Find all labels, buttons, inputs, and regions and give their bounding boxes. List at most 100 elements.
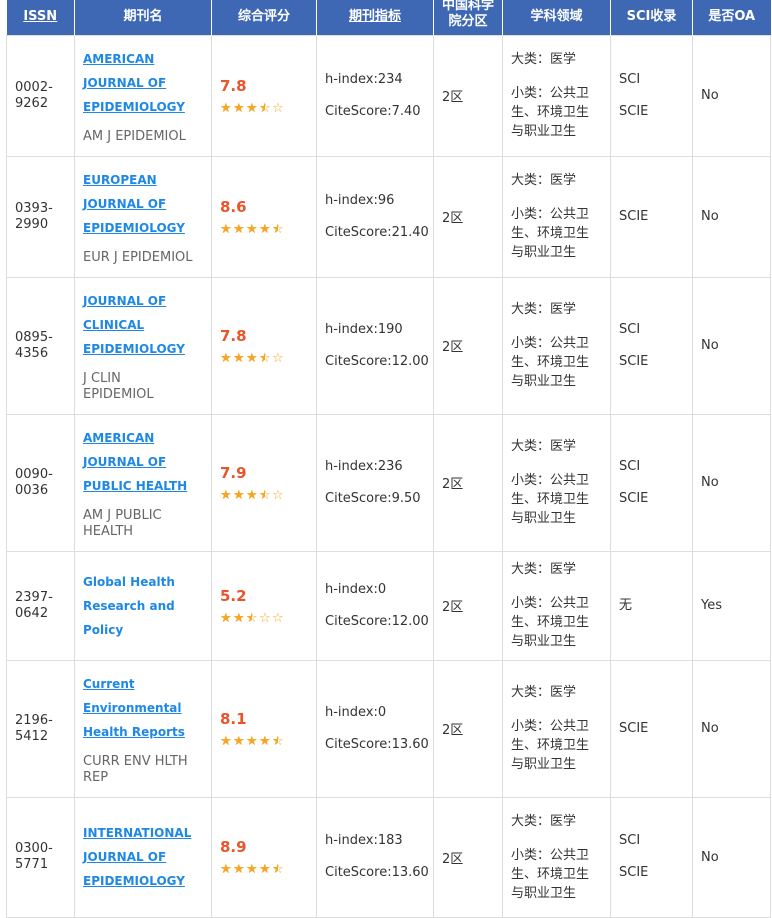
table-row: 0393- 2990 EUROPEAN JOURNAL OF EPIDEMIOLOGY E… (6, 155, 771, 278)
star-full-icon: ☆ ★ (246, 487, 258, 503)
star-rating: ☆★☆★☆★☆★☆★ (220, 221, 308, 237)
sci-cell: 无 (610, 550, 693, 661)
minor-category-line: 生、环境卫生 (511, 105, 590, 120)
star-full-icon: ☆ ★ (233, 610, 245, 626)
star-full-icon: ☆ ★ (246, 862, 258, 877)
journal-title-link[interactable]: AMERICAN JOURNAL OF EPIDEMIOLOGY (83, 47, 203, 119)
header-zone: 中国科学院分区 (433, 0, 503, 35)
h-index-value: h-index:0 (325, 704, 387, 720)
star-half-icon: ☆ ★ (272, 733, 284, 749)
issn-part: 9262 (15, 95, 49, 111)
zone-cell: 2区 (433, 276, 503, 415)
sci-cell: SCI SCIE (610, 413, 693, 552)
header-field: 学科领域 (502, 0, 611, 35)
field-cell: 大类：医学 小类：公共卫 生、环境卫生 与职业卫生 (502, 276, 611, 415)
journal-title-line[interactable]: Environmental (83, 696, 203, 720)
star-full-icon: ☆ ★ (233, 487, 245, 503)
star-empty-icon: ☆★ (272, 487, 284, 503)
metrics-cell: h-index:183 CiteScore:13.60 (316, 796, 434, 918)
issn-part: 0895- (15, 329, 53, 345)
star-empty-icon: ☆★ (259, 610, 271, 626)
h-index-value: h-index:236 (325, 458, 403, 474)
citescore-value: CiteScore:13.60 (325, 736, 429, 752)
star-half-icon: ☆ ★ (272, 862, 284, 877)
abbreviation-line: HEALTH (83, 523, 134, 539)
star-half-icon: ☆ ★ (259, 487, 271, 503)
journal-cell: AMERICAN JOURNAL OF PUBLIC HEALTH AM J PUBL… (74, 413, 212, 552)
star-rating: ☆★☆★☆★☆★☆★ (220, 863, 308, 877)
journal-title-line[interactable]: PUBLIC HEALTH (83, 474, 203, 498)
journal-title-line[interactable]: Health Reports (83, 720, 203, 744)
journal-title-line[interactable]: Current (83, 672, 203, 696)
journal-title-link[interactable]: INTERNATIONAL JOURNAL OF EPIDEMIOLOGY (83, 821, 203, 893)
metrics-cell: h-index:190 CiteScore:12.00 (316, 276, 434, 415)
score-cell: 7.8☆★☆★☆★☆★☆★ (211, 276, 317, 415)
table-row: 2196- 5412 Current Environmental Health Repo… (6, 659, 771, 798)
journal-title-line[interactable]: JOURNAL OF (83, 192, 203, 216)
oa-cell: Yes (692, 550, 771, 661)
sci-cell: SCI SCIE (610, 34, 693, 157)
journal-title-line[interactable]: JOURNAL OF (83, 289, 203, 313)
journal-title-link[interactable]: Global Health Research and Policy (83, 570, 203, 642)
issn-cell: 2196- 5412 (6, 659, 75, 798)
header-oa: 是否OA (692, 0, 771, 35)
table-header-row: ISSN 期刊名 综合评分 期刊指标 中国科学院分区 学科领域 SCI收录 是否… (6, 0, 771, 35)
score-cell: 8.9 ☆ ★ ☆ ★ ☆ ★ ☆ ★ ☆ ★ (211, 796, 317, 918)
journal-title-line[interactable]: JOURNAL OF (83, 71, 203, 95)
journal-title-line[interactable]: INTERNATIONAL (83, 821, 203, 845)
major-category: 大类：医学 (511, 562, 577, 577)
journal-title-link[interactable]: EUROPEAN JOURNAL OF EPIDEMIOLOGY (83, 168, 203, 240)
sci-index-label: SCIE (619, 865, 649, 880)
sci-index-label: SCIE (619, 490, 649, 506)
journal-cell: AMERICAN JOURNAL OF EPIDEMIOLOGY AM J EPIDE… (74, 34, 212, 157)
minor-category-line: 与职业卫生 (511, 245, 577, 260)
star-full-icon: ☆ ★ (246, 221, 258, 237)
minor-category-line: 生、环境卫生 (511, 738, 590, 753)
journal-title-line[interactable]: EPIDEMIOLOGY (83, 337, 203, 361)
journal-title-link[interactable]: JOURNAL OF CLINICAL EPIDEMIOLOGY (83, 289, 203, 361)
abbreviation-line: AM J PUBLIC (83, 507, 162, 523)
journal-title-line[interactable]: Global Health (83, 570, 203, 594)
journal-abbreviation: AM J EPIDEMIOL (83, 129, 203, 145)
star-half-icon: ☆ ★ (272, 221, 284, 237)
journal-title-link[interactable]: AMERICAN JOURNAL OF PUBLIC HEALTH (83, 426, 203, 498)
issn-part: 2196- (15, 712, 53, 728)
journal-title-line[interactable]: EPIDEMIOLOGY (83, 95, 203, 119)
sci-index-label: SCI (619, 458, 641, 474)
zone-cell: 2区 (433, 550, 503, 661)
header-sci: SCI收录 (610, 0, 693, 35)
journal-cell: EUROPEAN JOURNAL OF EPIDEMIOLOGY EUR J EPID… (74, 155, 212, 278)
journal-title-line[interactable]: EUROPEAN (83, 168, 203, 192)
journal-title-line[interactable]: Research and Policy (83, 594, 203, 642)
star-full-icon: ☆ ★ (259, 862, 271, 877)
score-value: 7.8 (220, 326, 247, 345)
header-issn[interactable]: ISSN (6, 0, 75, 35)
journal-title-line[interactable]: EPIDEMIOLOGY (83, 216, 203, 240)
field-cell: 大类：医学 小类：公共卫 生、环境卫生 与职业卫生 (502, 413, 611, 552)
field-cell: 大类：医学 小类：公共卫 生、环境卫生 与职业卫生 (502, 659, 611, 798)
journal-title-line[interactable]: CLINICAL (83, 313, 203, 337)
minor-category-line: 与职业卫生 (511, 511, 577, 526)
journal-title-line[interactable]: AMERICAN (83, 426, 203, 450)
header-metrics[interactable]: 期刊指标 (316, 0, 434, 35)
sci-index-label: SCIE (619, 353, 649, 369)
journal-title-line[interactable]: EPIDEMIOLOGY (83, 869, 203, 893)
minor-category-line: 生、环境卫生 (511, 615, 590, 630)
citescore-value: CiteScore:7.40 (325, 103, 421, 119)
journal-abbreviation: EUR J EPIDEMIOL (83, 250, 203, 266)
score-value: 8.9 (220, 838, 247, 856)
issn-cell: 0002- 9262 (6, 34, 75, 157)
metrics-cell: h-index:0 CiteScore:12.00 (316, 550, 434, 661)
minor-category-line: 与职业卫生 (511, 757, 577, 772)
score-cell: 7.8☆★☆★☆★☆★☆★ (211, 34, 317, 157)
minor-category-line: 小类：公共卫 (511, 847, 590, 863)
star-full-icon: ☆ ★ (233, 221, 245, 237)
journal-title-line[interactable]: JOURNAL OF (83, 450, 203, 474)
score-value: 5.2 (220, 586, 247, 605)
journal-title-link[interactable]: Current Environmental Health Reports (83, 672, 203, 744)
journal-title-line[interactable]: AMERICAN (83, 47, 203, 71)
table-row: 0300- 5771 INTERNATIONAL JOURNAL OF EPIDEMIO… (6, 796, 771, 918)
abbreviation-line: CURR ENV HLTH (83, 753, 188, 769)
journal-title-line[interactable]: JOURNAL OF (83, 845, 203, 869)
minor-category-line: 小类：公共卫 (511, 596, 590, 611)
